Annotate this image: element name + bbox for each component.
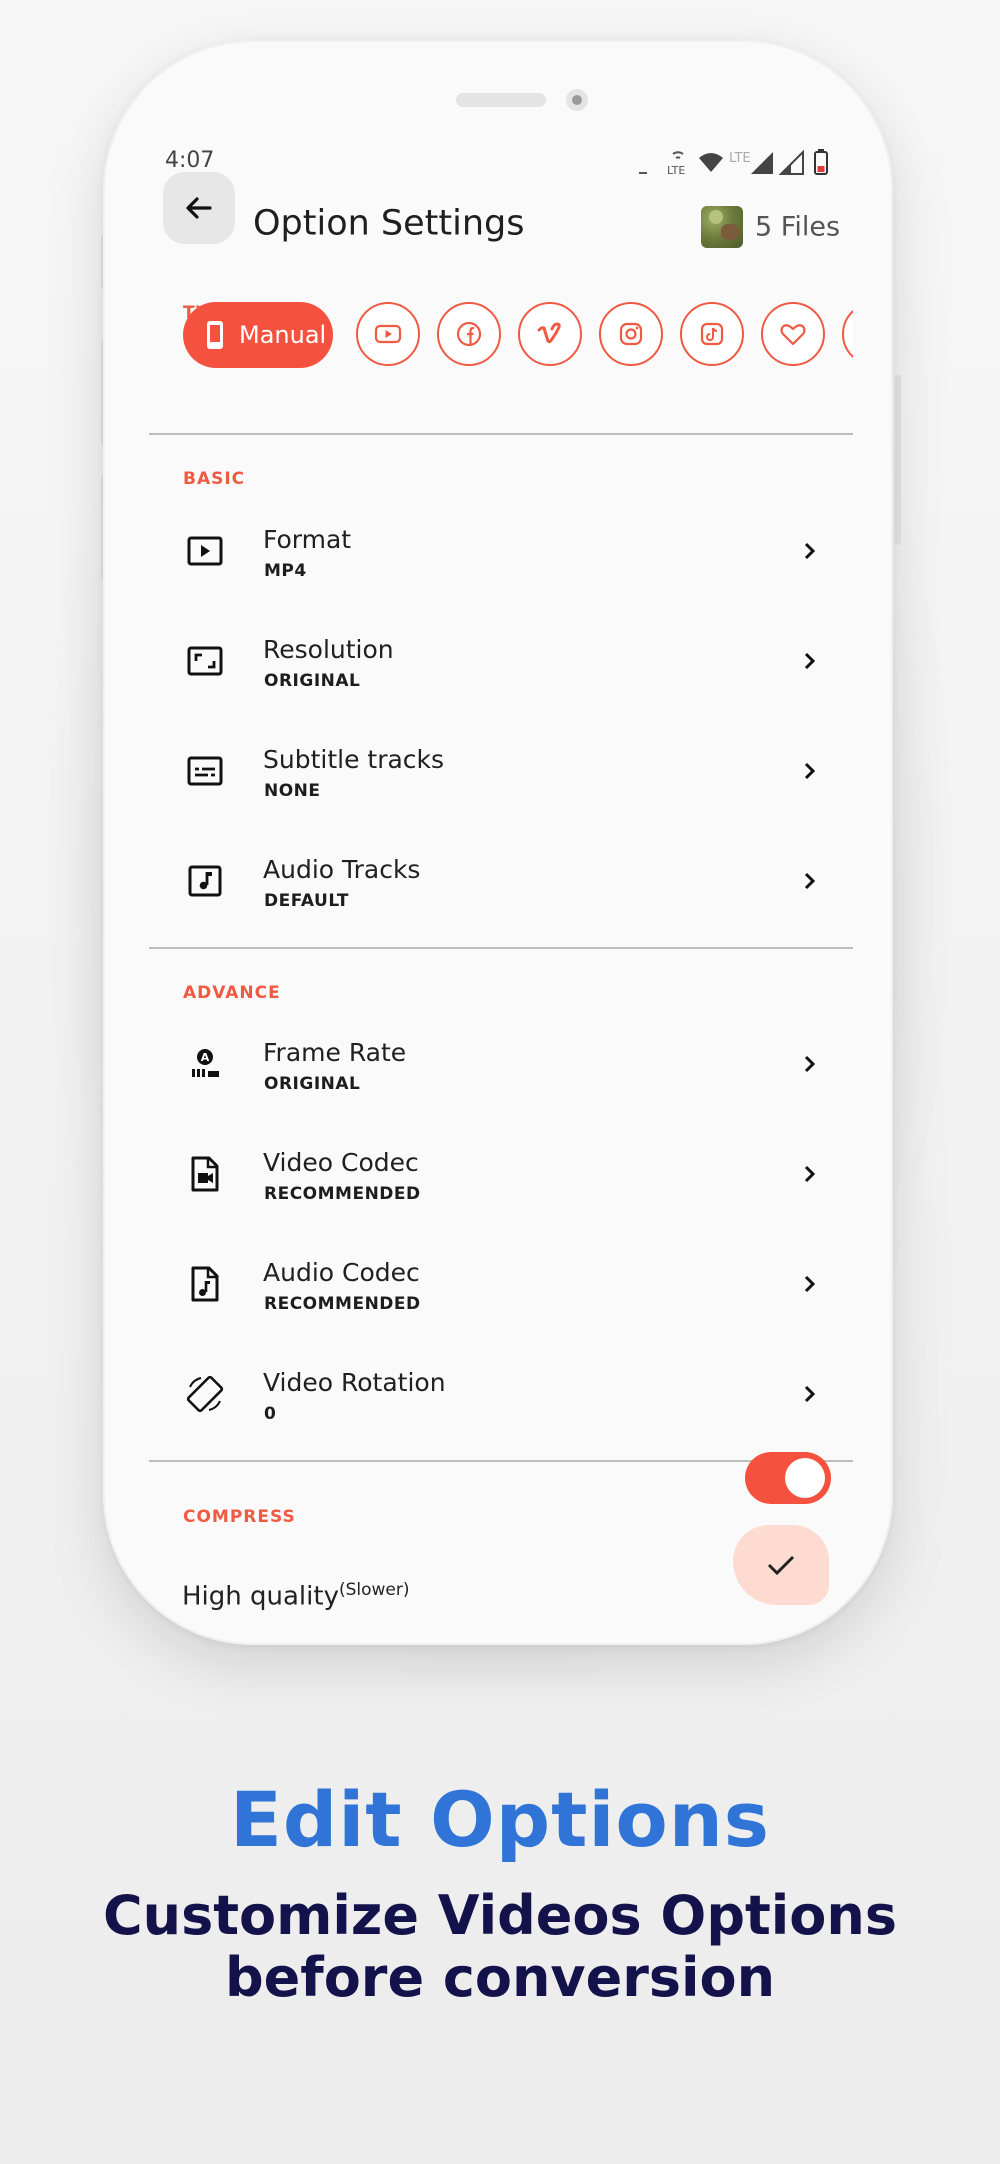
setting-value: RECOMMENDED (264, 1294, 421, 1314)
divider (149, 1460, 853, 1462)
setting-name: Format (263, 525, 352, 554)
setting-value: NONE (264, 781, 321, 801)
files-count-label: 5 Files (755, 211, 841, 243)
setting-subtitle-tracks[interactable]: Subtitle tracks NONE (103, 721, 893, 821)
chevron-right-icon (793, 755, 825, 787)
setting-name: Audio Codec (263, 1258, 420, 1287)
advance-section-label: ADVANCE (183, 983, 281, 1003)
notification-dot-icon (639, 172, 647, 174)
chevron-right-icon (793, 1048, 825, 1080)
status-icons: LTE LTE (631, 148, 841, 177)
slower-hint: (Slower) (338, 1580, 410, 1600)
chip-youtube[interactable] (356, 302, 420, 366)
chevron-right-icon (793, 535, 825, 567)
aspect-ratio-icon (183, 639, 227, 683)
caption-subtitle-line1: Customize Videos Options (103, 1884, 897, 1947)
chip-manual-label: Manual (239, 321, 327, 349)
arrow-back-icon (186, 197, 212, 219)
setting-value: MP4 (264, 561, 307, 581)
youtube-icon (374, 324, 402, 344)
page-title: Option Settings (253, 203, 525, 244)
chip-instagram[interactable] (599, 302, 663, 366)
chevron-right-icon (793, 865, 825, 897)
screen-rotation-icon (183, 1372, 227, 1416)
phone-camera (566, 89, 588, 111)
phone-speaker (456, 93, 546, 107)
instagram-icon (619, 322, 643, 346)
setting-video-codec[interactable]: Video Codec RECOMMENDED (103, 1124, 893, 1224)
chip-more[interactable] (842, 302, 853, 366)
setting-name: Resolution (263, 635, 394, 664)
setting-name: Video Rotation (263, 1368, 446, 1397)
signal-icon (751, 152, 773, 174)
caption-subtitle: Customize Videos Options before conversi… (0, 1885, 1000, 2009)
chevron-right-icon (793, 1268, 825, 1300)
setting-value: DEFAULT (264, 891, 349, 911)
compress-toggle[interactable] (745, 1452, 831, 1504)
type-chip-row: Manual (183, 302, 853, 368)
audio-file-icon (183, 1262, 227, 1306)
chip-vimeo[interactable] (518, 302, 582, 366)
svg-text:LTE: LTE (667, 164, 685, 176)
basic-section-label: BASIC (183, 469, 246, 489)
music-box-icon (183, 859, 227, 903)
setting-video-rotation[interactable]: Video Rotation 0 (103, 1344, 893, 1444)
subtitles-icon (183, 749, 227, 793)
caption-title: Edit Options (229, 1775, 771, 1864)
high-quality-label: High quality (182, 1581, 339, 1612)
lte-data-icon: LTE (667, 151, 685, 177)
setting-format[interactable]: Format MP4 (103, 501, 893, 601)
chip-favorites[interactable] (761, 302, 825, 366)
chevron-right-icon (793, 1378, 825, 1410)
high-quality-checkbox[interactable] (733, 1525, 829, 1605)
wifi-icon (699, 153, 723, 172)
phone-power-button (895, 375, 901, 545)
divider (149, 947, 853, 949)
play-box-icon (183, 529, 227, 573)
chip-manual[interactable]: Manual (183, 302, 333, 368)
phone-icon (207, 321, 223, 349)
vimeo-icon (537, 322, 561, 344)
signal-weak-icon (778, 149, 804, 175)
checkmark-icon (767, 1555, 795, 1576)
facebook-icon (456, 321, 482, 347)
back-button[interactable] (163, 172, 235, 244)
chevron-right-icon (793, 645, 825, 677)
toggle-knob (785, 1458, 825, 1498)
video-file-icon (183, 1152, 227, 1196)
setting-name: Video Codec (263, 1148, 419, 1177)
chip-tiktok[interactable] (680, 302, 744, 366)
heart-icon (780, 324, 806, 346)
setting-value: RECOMMENDED (264, 1184, 421, 1204)
svg-text:A: A (201, 1051, 210, 1064)
battery-icon (814, 149, 828, 175)
divider (149, 433, 853, 435)
setting-audio-codec[interactable]: Audio Codec RECOMMENDED (103, 1234, 893, 1334)
compress-section-label: COMPRESS (183, 1507, 296, 1527)
setting-resolution[interactable]: Resolution ORIGINAL (103, 611, 893, 711)
setting-value: ORIGINAL (264, 671, 361, 691)
tiktok-icon (700, 322, 724, 346)
setting-value: ORIGINAL (264, 1074, 361, 1094)
frame-rate-icon: A (183, 1042, 227, 1086)
status-time: 4:07 (165, 148, 215, 173)
chevron-right-icon (793, 1158, 825, 1190)
files-indicator[interactable]: 5 Files (701, 206, 841, 248)
setting-name: Audio Tracks (263, 855, 421, 884)
chip-facebook[interactable] (437, 302, 501, 366)
file-thumbnail (701, 206, 743, 248)
lte-signal-label: LTE (729, 151, 751, 166)
setting-value: 0 (264, 1404, 277, 1424)
setting-name: Subtitle tracks (263, 745, 445, 774)
high-quality-option[interactable]: High quality(Slower) (182, 1580, 410, 1612)
setting-name: Frame Rate (263, 1038, 407, 1067)
setting-frame-rate[interactable]: A Frame Rate ORIGINAL (103, 1014, 893, 1114)
svg-text:LTE: LTE (729, 151, 751, 166)
caption-subtitle-line2: before conversion (224, 1946, 776, 2009)
setting-audio-tracks[interactable]: Audio Tracks DEFAULT (103, 831, 893, 931)
phone-screen: 4:07 LTE LTE Option Settings 5 Files Man… (103, 40, 893, 1645)
